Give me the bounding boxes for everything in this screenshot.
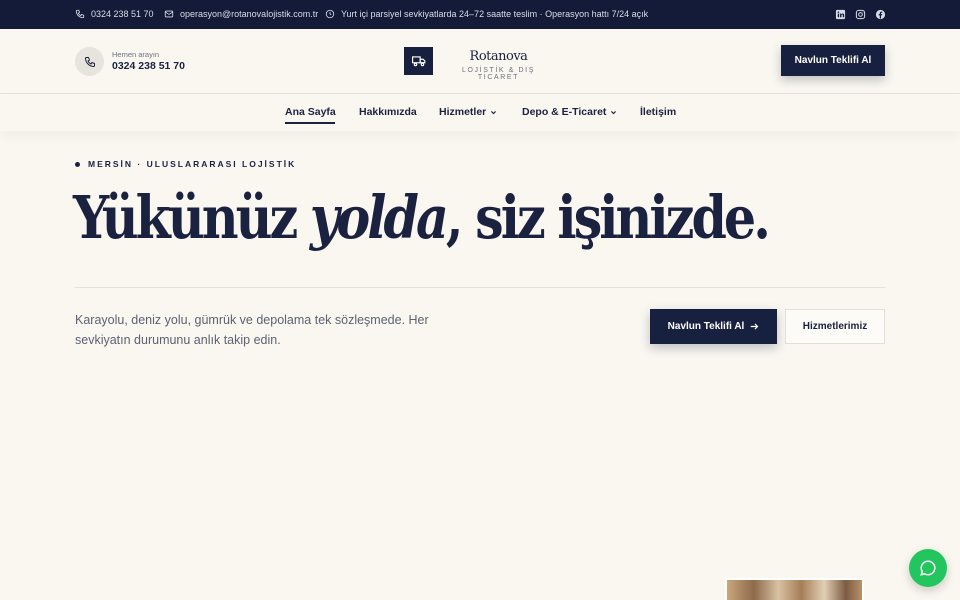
- services-button[interactable]: Hizmetlerimiz: [785, 309, 885, 344]
- header-quote-label: Navlun Teklifi Al: [794, 55, 872, 66]
- hero-lead: Karayolu, deniz yolu, gümrük ve depolama…: [75, 313, 429, 347]
- nav-item-warehouse[interactable]: Depo & E-Ticaret: [522, 106, 617, 118]
- nav-item-services[interactable]: Hizmetler: [439, 106, 497, 118]
- hero-quote-label: Navlun Teklifi Al: [667, 321, 745, 332]
- logo-mark[interactable]: [404, 47, 433, 75]
- nav-item-label: Hizmetler: [439, 106, 487, 118]
- arrow-right-icon: [751, 323, 759, 330]
- nav-item-label: Ana Sayfa: [285, 106, 336, 118]
- hero-headline: Yükünüz yolda, siz işinizde.: [73, 183, 771, 254]
- warehouse-photo: [725, 578, 864, 600]
- nav-item-contact[interactable]: İletişim: [640, 106, 676, 118]
- hero-eyebrow-text: MERSİN · ULUSLARARASI LOJİSTİK: [88, 159, 297, 169]
- topbar-email[interactable]: operasyon@rotanovalojistik.com.tr: [164, 9, 318, 19]
- phone-icon: [75, 9, 85, 19]
- nav-item-label: İletişim: [640, 106, 677, 118]
- hero-eyebrow: MERSİN · ULUSLARARASI LOJİSTİK: [75, 159, 296, 169]
- header-quote-button[interactable]: Navlun Teklifi Al: [781, 45, 885, 76]
- truck-icon: [411, 56, 425, 67]
- call-number[interactable]: 0324 238 51 70: [112, 60, 185, 72]
- whatsapp-chat-button[interactable]: [909, 549, 947, 587]
- nav-item-home[interactable]: Ana Sayfa: [285, 106, 336, 118]
- hero-quote-button[interactable]: Navlun Teklifi Al: [650, 309, 777, 344]
- brand-tagline: LOJİSTİK & DIŞ TİCARET: [462, 67, 535, 81]
- nav-item-about[interactable]: Hakkımızda: [359, 106, 417, 118]
- headline-emphasis: yolda: [309, 183, 449, 252]
- chevron-down-icon: [491, 110, 497, 114]
- brand-name[interactable]: Rotanova: [441, 49, 556, 64]
- topbar-notice-text: Yurt içi parsiyel sevkiyatlarda 24–72 sa…: [341, 9, 649, 19]
- phone-icon: [84, 56, 95, 67]
- nav-active-indicator: [285, 122, 335, 124]
- site-header: Hemen arayın 0324 238 51 70 Rotanova LOJ…: [0, 29, 960, 94]
- topbar-notice: Yurt içi parsiyel sevkiyatlarda 24–72 sa…: [325, 9, 648, 19]
- instagram-icon[interactable]: [854, 8, 866, 20]
- chevron-down-icon: [611, 110, 617, 114]
- linkedin-icon[interactable]: [834, 8, 846, 20]
- call-button[interactable]: [75, 47, 104, 76]
- top-utility-bar: 0324 238 51 70 operasyon@rotanovalojisti…: [0, 0, 960, 29]
- hero-divider: [75, 287, 885, 288]
- headline-part2: , siz işinizde.: [445, 183, 771, 252]
- facebook-icon[interactable]: [874, 8, 886, 20]
- nav-item-label: Depo & E-Ticaret: [522, 106, 607, 118]
- bullet-dot: [75, 161, 80, 167]
- main-nav: Ana Sayfa Hakkımızda Hizmetler Depo & E-…: [0, 94, 960, 131]
- headline-part1: Yükünüz: [73, 183, 310, 252]
- call-label: Hemen arayın: [112, 50, 160, 59]
- topbar-phone-text: 0324 238 51 70: [91, 9, 154, 19]
- clock-icon: [325, 9, 335, 19]
- services-button-label: Hizmetlerimiz: [802, 321, 868, 332]
- mail-icon: [164, 10, 174, 18]
- topbar-email-text: operasyon@rotanovalojistik.com.tr: [180, 9, 319, 19]
- nav-item-label: Hakkımızda: [359, 106, 417, 118]
- topbar-phone[interactable]: 0324 238 51 70: [75, 9, 154, 19]
- chat-bubble-icon: [920, 560, 936, 576]
